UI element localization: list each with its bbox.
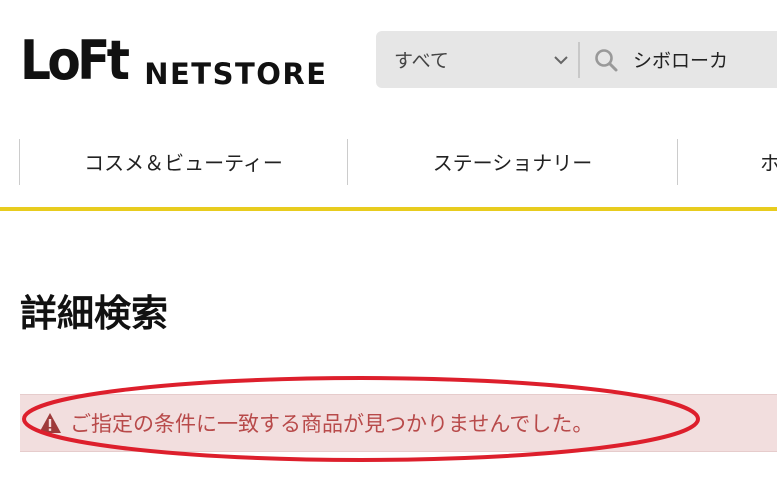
search-input[interactable]	[633, 48, 777, 71]
nav-item-cosmetics[interactable]: コスメ＆ビューティー	[20, 137, 347, 185]
logo-mark: LoFt	[20, 29, 130, 92]
search-category-label: すべて	[394, 50, 449, 72]
nav-item-stationery[interactable]: ステーショナリー	[348, 137, 677, 185]
site-logo[interactable]: LoFt NETSTORE	[20, 34, 328, 90]
chevron-down-icon	[554, 56, 568, 65]
page-title: 詳細検索	[20, 292, 168, 335]
no-results-alert: ご指定の条件に一致する商品が見つかりませんでした。	[20, 394, 777, 452]
search-icon[interactable]	[593, 47, 619, 73]
category-nav: コスメ＆ビューティー ステーショナリー ホ	[0, 137, 777, 187]
nav-underline	[0, 207, 777, 211]
nav-item-home[interactable]: ホ	[700, 137, 777, 185]
search-bar: すべて	[376, 31, 777, 88]
search-divider	[578, 41, 580, 78]
warning-icon	[39, 413, 61, 433]
nav-divider	[677, 139, 678, 185]
alert-message: ご指定の条件に一致する商品が見つかりませんでした。	[70, 412, 594, 436]
logo-subtitle: NETSTORE	[144, 57, 328, 91]
search-category-select[interactable]: すべて	[376, 31, 578, 88]
